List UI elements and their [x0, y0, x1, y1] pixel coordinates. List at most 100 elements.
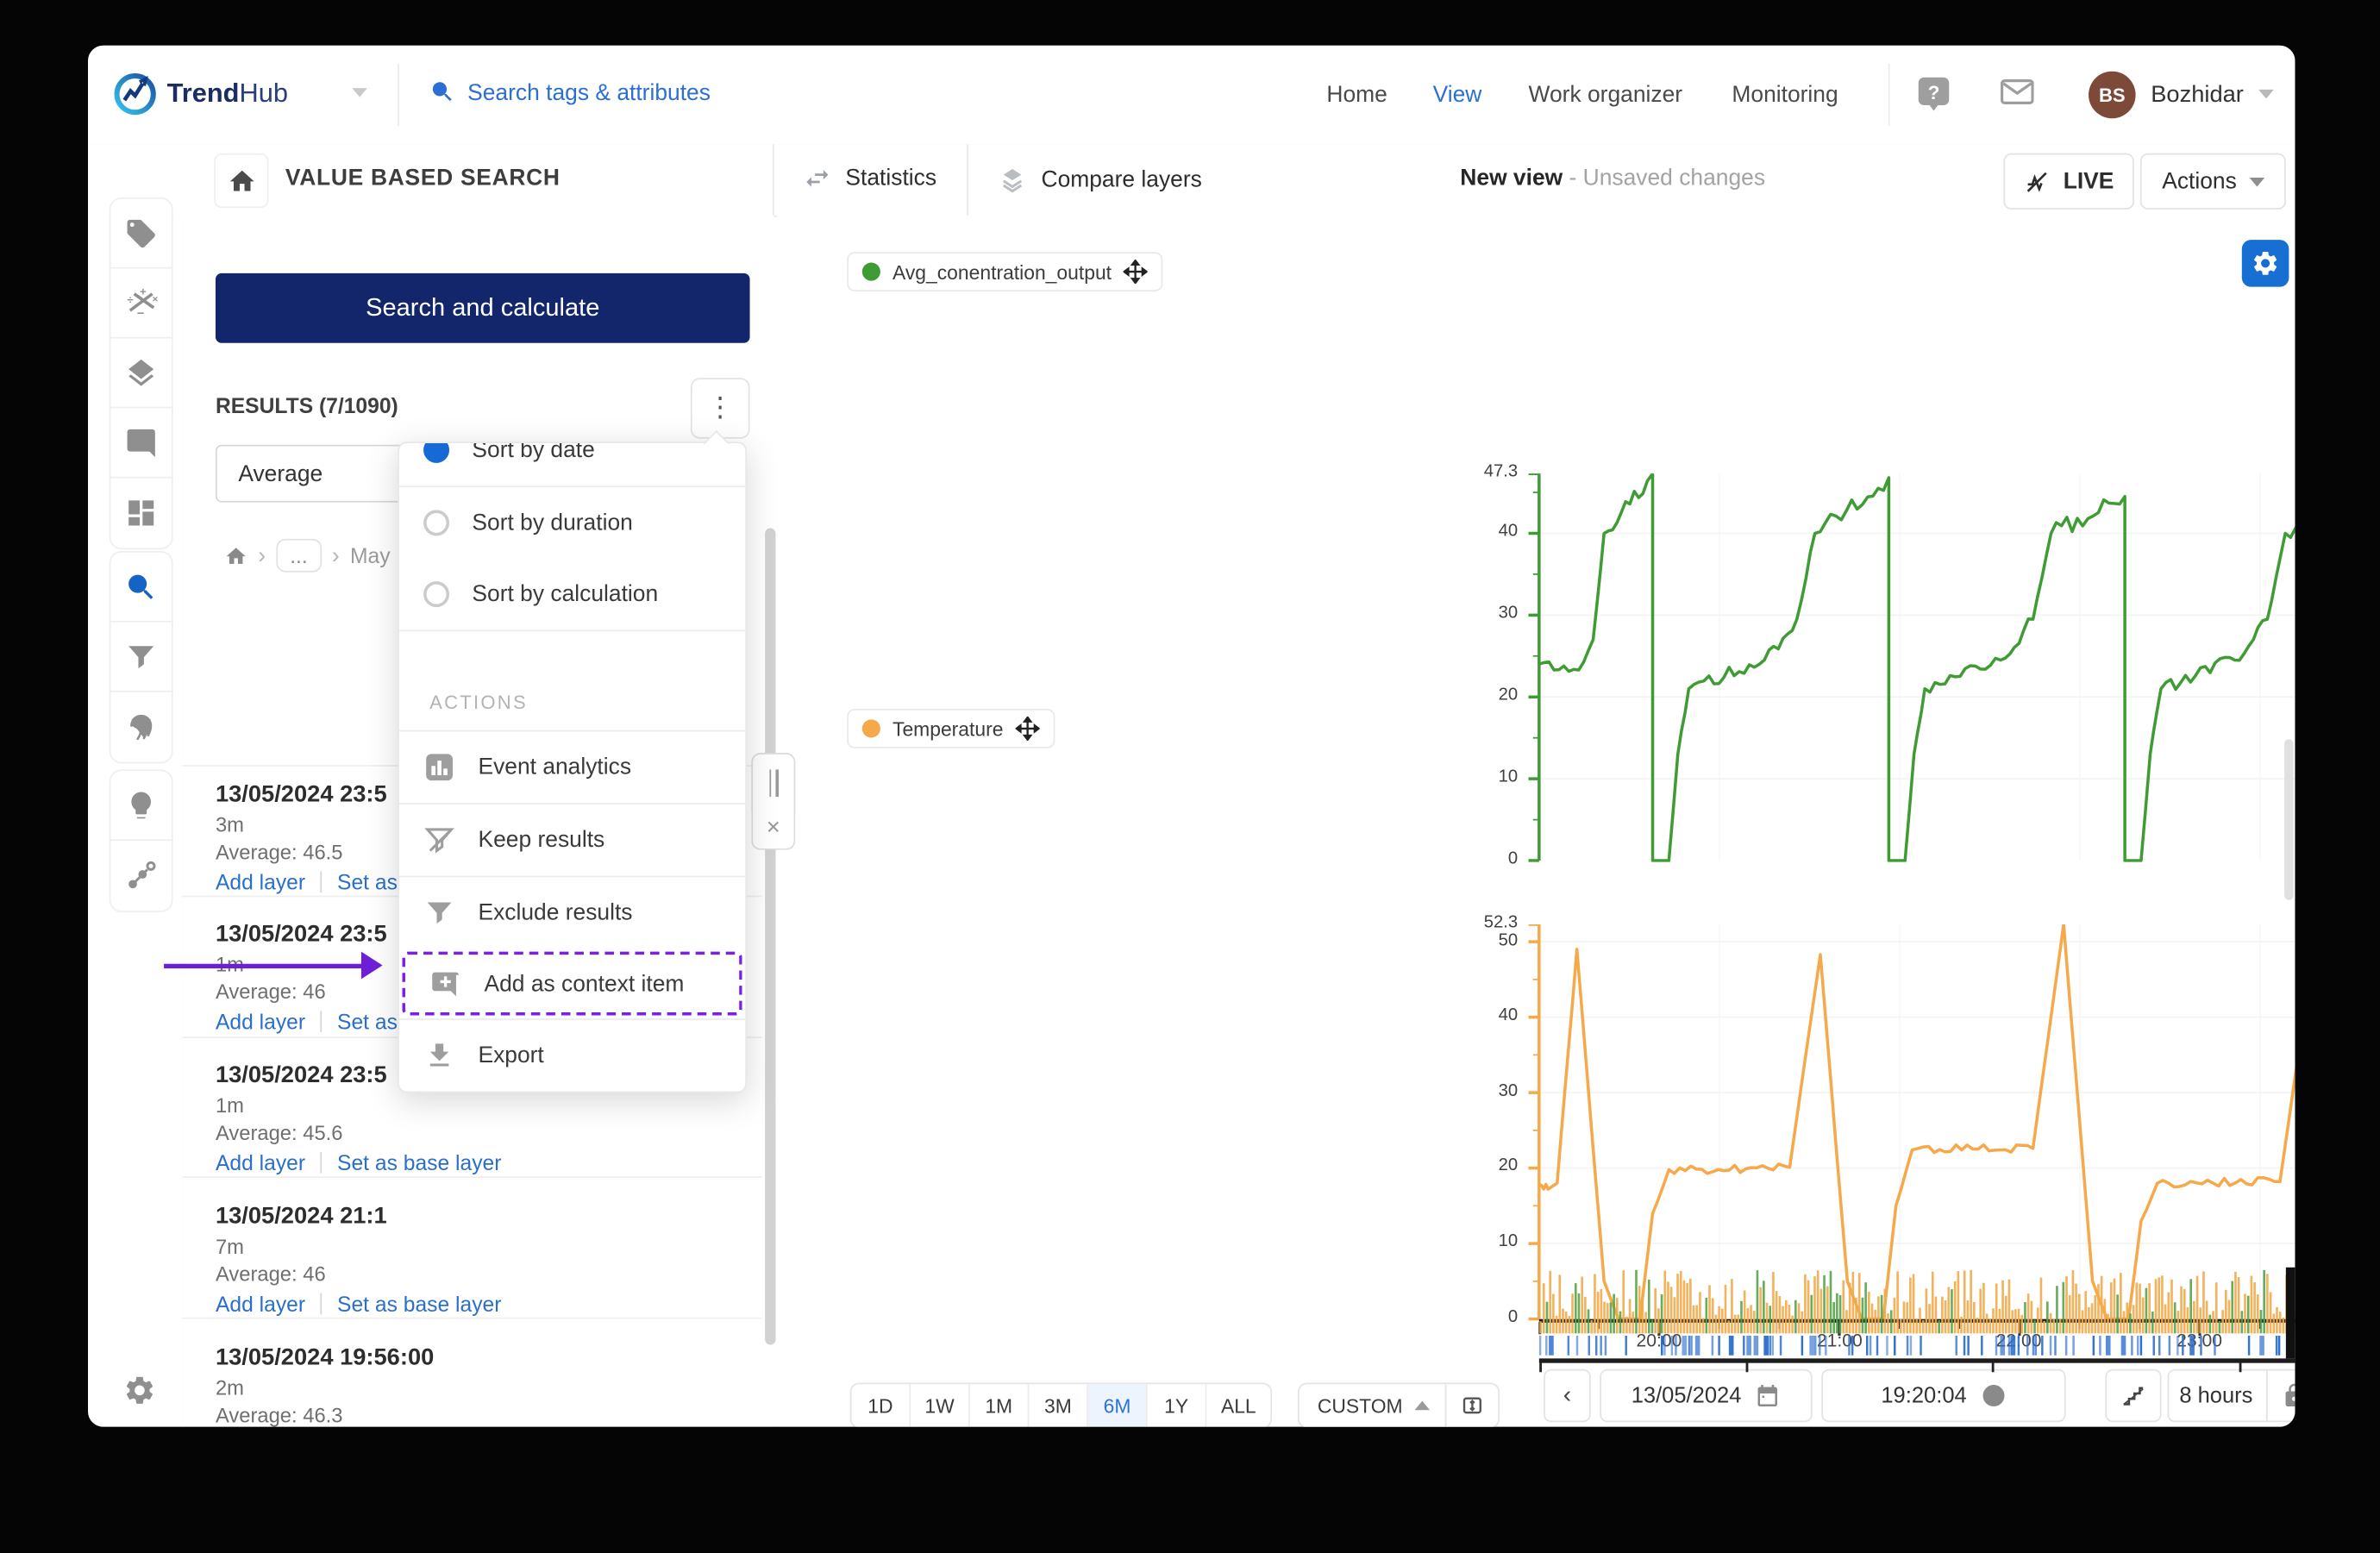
chart-settings-button[interactable]: [2241, 240, 2289, 287]
fit-window-icon[interactable]: [1461, 1393, 1485, 1418]
svg-text:−: −: [137, 307, 144, 320]
brand-name[interactable]: TrendHub: [167, 78, 288, 110]
left-icon-rail: + ÷ × −: [88, 197, 184, 1427]
global-search-icon[interactable]: [429, 79, 455, 105]
menu-label: Keep results: [478, 827, 605, 854]
rail-comments-icon[interactable]: [109, 406, 173, 480]
y-tick: 20: [1498, 686, 1519, 704]
live-paused-icon: [2027, 171, 2048, 191]
menu-item-sort-by-calculation[interactable]: Sort by calculation: [399, 559, 745, 630]
overview-context-band[interactable]: [1538, 1335, 2295, 1356]
nav-monitoring[interactable]: Monitoring: [1732, 82, 1838, 108]
panel-close-button[interactable]: ✕: [751, 809, 796, 850]
overview-window-indicator[interactable]: [2285, 1267, 2295, 1359]
set-base-layer-link[interactable]: Set as base layer: [337, 1150, 501, 1174]
rail-context-graph-icon[interactable]: [109, 839, 173, 912]
start-time-value: 19:20:04: [1881, 1383, 1967, 1408]
search-and-calculate-button[interactable]: Search and calculate: [215, 272, 750, 343]
menu-label: Sort by duration: [472, 510, 633, 536]
nav-work-organizer[interactable]: Work organizer: [1529, 82, 1683, 108]
rail-dashboard-icon[interactable]: [109, 476, 173, 550]
start-date-input[interactable]: 13/05/2024: [1600, 1368, 1813, 1423]
rail-layers-icon[interactable]: [109, 336, 173, 410]
actions-caret-icon: [2248, 177, 2264, 186]
menu-label: Export: [478, 1043, 544, 1069]
home-button[interactable]: [214, 153, 269, 209]
menu-item-exclude-results[interactable]: Exclude results: [399, 877, 745, 949]
duration-input[interactable]: 8 hours: [2167, 1368, 2295, 1423]
statistics-button[interactable]: Statistics: [803, 164, 936, 192]
menu-item-keep-results[interactable]: Keep results: [399, 805, 745, 876]
custom-range-button[interactable]: CUSTOM: [1297, 1382, 1500, 1427]
scale-steps-button[interactable]: [2105, 1368, 2162, 1423]
y-tick: 10: [1498, 1232, 1519, 1251]
range-1y-button[interactable]: 1Y: [1147, 1384, 1207, 1427]
menu-item-sort-by-date[interactable]: Sort by date: [399, 442, 745, 485]
svg-text:÷: ÷: [128, 293, 134, 306]
breadcrumb: › ... › May: [225, 538, 391, 573]
menu-item-export[interactable]: Export: [399, 1020, 745, 1092]
shift-back-button[interactable]: ‹: [1544, 1368, 1591, 1423]
add-layer-link[interactable]: Add layer: [216, 1150, 305, 1174]
actions-button[interactable]: Actions: [2139, 153, 2286, 210]
legend-avg-concentration[interactable]: Avg_conentration_output: [847, 252, 1163, 291]
global-search-input[interactable]: Search tags & attributes: [467, 80, 711, 106]
overview-series-strip[interactable]: [1539, 1268, 2295, 1334]
add-layer-link[interactable]: Add layer: [216, 1010, 305, 1034]
svg-text:+: +: [140, 287, 147, 298]
live-button[interactable]: LIVE: [2003, 153, 2134, 210]
clock-icon: [1982, 1385, 2004, 1406]
rail-tags-icon[interactable]: [109, 197, 173, 271]
series-color-dot: [861, 262, 880, 281]
rail-settings-icon[interactable]: [109, 1355, 171, 1425]
range-3m-button[interactable]: 3M: [1029, 1384, 1089, 1427]
range-all-button[interactable]: ALL: [1206, 1384, 1271, 1427]
mail-icon[interactable]: [2000, 78, 2034, 105]
rail-fingerprint-icon[interactable]: [109, 690, 173, 764]
result-average: Average: 46: [215, 1262, 326, 1286]
lock-icon[interactable]: [2282, 1383, 2295, 1409]
time-range-buttons: 1D 1W 1M 3M 6M 1Y ALL: [849, 1382, 1273, 1427]
rail-filter-icon[interactable]: [109, 620, 173, 694]
add-layer-link[interactable]: Add layer: [216, 1292, 305, 1316]
panel-resize-handle[interactable]: [751, 753, 796, 812]
compare-layers-button[interactable]: Compare layers: [997, 164, 1202, 194]
legend-temperature[interactable]: Temperature: [847, 709, 1055, 748]
user-dropdown-caret-icon[interactable]: [2258, 89, 2274, 99]
user-name[interactable]: Bozhidar: [2151, 82, 2244, 110]
range-1m-button[interactable]: 1M: [969, 1384, 1030, 1427]
rail-search-icon[interactable]: [109, 550, 173, 624]
results-scrollbar[interactable]: [765, 528, 776, 1345]
radio-icon: [423, 581, 450, 608]
result-date: 13/05/2024 19:56:00: [215, 1344, 435, 1371]
start-time-input[interactable]: 19:20:04: [1821, 1368, 2066, 1423]
brand-light: Hub: [239, 77, 289, 108]
avatar[interactable]: BS: [2089, 71, 2136, 119]
breadcrumb-ellipsis-button[interactable]: ...: [276, 538, 322, 573]
temperature-chart[interactable]: [1521, 924, 2295, 1321]
avg-concentration-chart[interactable]: [1521, 473, 2295, 862]
result-item[interactable]: 13/05/2024 19:56:00 2m Average: 46.3 Add…: [216, 1345, 762, 1427]
add-layer-link[interactable]: Add layer: [216, 870, 305, 894]
brand-dropdown-caret-icon[interactable]: [352, 88, 367, 97]
result-item[interactable]: 13/05/2024 21:1 7m Average: 46 Add layer…: [216, 1204, 762, 1316]
range-1d-button[interactable]: 1D: [851, 1384, 911, 1427]
range-6m-button[interactable]: 6M: [1088, 1384, 1148, 1427]
results-menu-kebab-button[interactable]: ⋮: [690, 378, 750, 439]
nav-view[interactable]: View: [1433, 82, 1482, 108]
range-1w-button[interactable]: 1W: [911, 1384, 970, 1427]
y-tick: 0: [1507, 1308, 1519, 1327]
menu-item-event-analytics[interactable]: Event analytics: [399, 731, 745, 803]
rail-formulas-icon[interactable]: + ÷ × −: [109, 266, 173, 341]
menu-item-add-as-context-item[interactable]: Add as context item: [402, 951, 742, 1016]
move-handle-icon[interactable]: [1015, 716, 1040, 741]
set-base-layer-link[interactable]: Set as base layer: [337, 1292, 501, 1316]
help-icon[interactable]: ?: [1917, 76, 1951, 112]
menu-item-sort-by-duration[interactable]: Sort by duration: [399, 487, 745, 559]
nav-home[interactable]: Home: [1326, 82, 1387, 108]
result-duration: 2m: [215, 1376, 244, 1400]
breadcrumb-home-icon[interactable]: [225, 544, 247, 567]
rail-insights-icon[interactable]: [109, 769, 173, 842]
move-handle-icon[interactable]: [1124, 259, 1149, 285]
chart-scrollbar[interactable]: [2284, 739, 2294, 900]
